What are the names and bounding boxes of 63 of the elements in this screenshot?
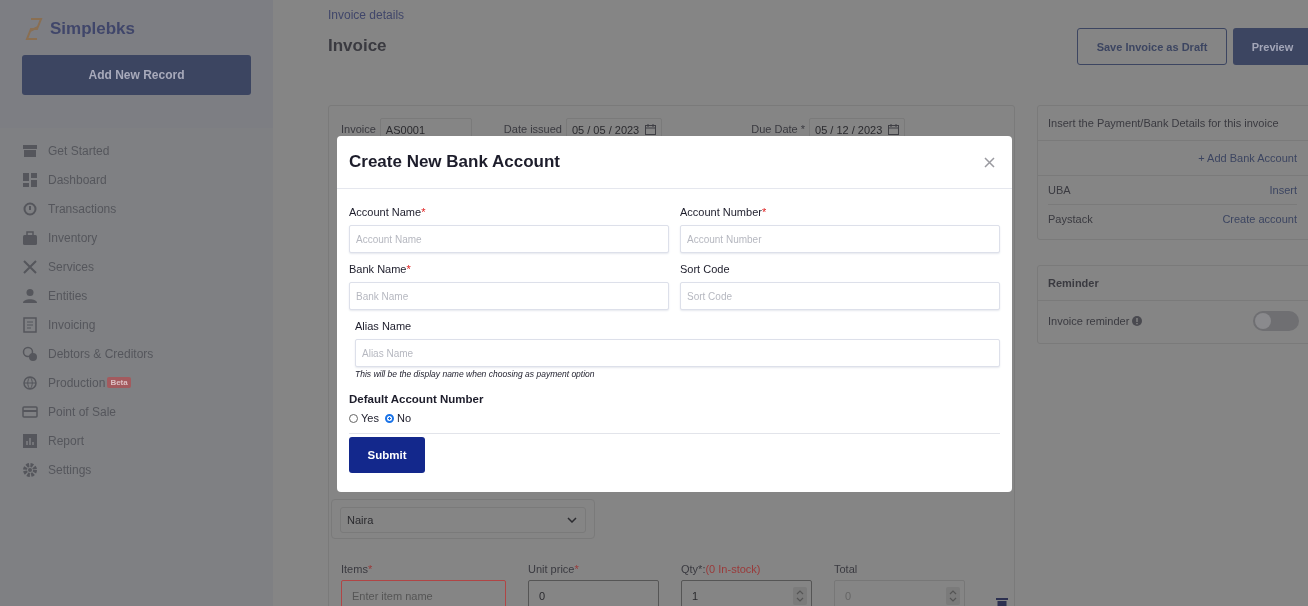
radio-button[interactable] bbox=[384, 413, 394, 423]
modal-title: Create New Bank Account bbox=[349, 152, 560, 172]
tools-icon bbox=[22, 258, 38, 275]
column-label: Items* bbox=[341, 563, 374, 575]
account-name: Paystack bbox=[1048, 213, 1093, 225]
add-new-record-button[interactable]: Add New Record bbox=[22, 55, 251, 95]
input-field[interactable]: Sort Code bbox=[680, 282, 1000, 310]
save-draft-button[interactable]: Save Invoice as Draft bbox=[1077, 28, 1227, 65]
input-field[interactable]: Account Name bbox=[349, 225, 669, 253]
breadcrumb-link[interactable]: Invoice details bbox=[328, 8, 405, 22]
column-label: Qty*:(0 In-stock) bbox=[681, 563, 762, 575]
logo-text: Simplebks bbox=[50, 19, 136, 39]
account-action-link[interactable]: Insert bbox=[1269, 184, 1297, 196]
field-label: Sort Code bbox=[680, 263, 731, 275]
close-icon[interactable] bbox=[984, 156, 995, 168]
field-label: Due Date * bbox=[751, 123, 806, 135]
page-title: Invoice bbox=[328, 36, 388, 56]
hint-text: This will be the display name when choosing as payment option bbox=[355, 369, 596, 379]
item-input-field[interactable]: 0 bbox=[528, 580, 659, 606]
radio-label[interactable]: No bbox=[396, 412, 411, 424]
field-label: Account Number* bbox=[680, 206, 768, 218]
field-label: Bank Name* bbox=[349, 263, 412, 275]
chevron-down-icon bbox=[567, 517, 577, 523]
reminder-toggle[interactable] bbox=[1253, 311, 1299, 331]
input-field[interactable]: Bank Name bbox=[349, 282, 669, 310]
field-label: Date issued bbox=[503, 123, 562, 135]
column-label: Total bbox=[834, 563, 859, 575]
person-icon bbox=[22, 287, 38, 304]
input-field[interactable]: Alias Name bbox=[355, 339, 1000, 367]
receipt-icon bbox=[22, 316, 38, 333]
field-label: Account Name* bbox=[349, 206, 427, 218]
card-title: Insert the Payment/Bank Details for this invoice bbox=[1038, 106, 1308, 141]
card-title: Reminder bbox=[1038, 266, 1308, 301]
input-field[interactable]: Account Number bbox=[680, 225, 1000, 253]
item-input-field[interactable]: 1 bbox=[681, 580, 812, 606]
logo-icon bbox=[24, 17, 44, 41]
info-icon bbox=[1132, 316, 1143, 326]
settings-icon bbox=[22, 461, 38, 478]
radio-label[interactable]: Yes bbox=[361, 412, 379, 424]
trash-icon[interactable] bbox=[996, 596, 1008, 606]
account-name: UBA bbox=[1048, 184, 1071, 196]
briefcase-icon bbox=[22, 229, 38, 246]
add-bank-account-link[interactable]: + Add Bank Account bbox=[1198, 152, 1297, 164]
field-label: Default Account Number bbox=[349, 393, 484, 405]
clock-icon bbox=[22, 200, 38, 217]
currency-select[interactable]: Naira bbox=[340, 507, 586, 533]
calendar-icon bbox=[888, 124, 900, 135]
calendar-icon bbox=[645, 124, 657, 135]
card-icon bbox=[22, 403, 38, 420]
field-label: Invoice bbox=[341, 123, 376, 135]
column-label: Unit price* bbox=[528, 563, 580, 575]
spinner-icon[interactable] bbox=[793, 587, 807, 605]
field-label: Alias Name bbox=[355, 320, 413, 332]
chart-icon bbox=[22, 432, 38, 449]
beta-badge: Beta bbox=[107, 377, 131, 388]
coin-icon bbox=[22, 345, 38, 362]
reminder-label: Invoice reminder bbox=[1048, 315, 1130, 327]
dashboard-icon bbox=[22, 171, 38, 188]
store-icon bbox=[22, 142, 38, 159]
account-action-link[interactable]: Create account bbox=[1222, 213, 1297, 225]
globe-icon bbox=[22, 374, 38, 391]
submit-button[interactable]: Submit bbox=[349, 437, 425, 473]
preview-button[interactable]: Preview bbox=[1233, 28, 1308, 65]
